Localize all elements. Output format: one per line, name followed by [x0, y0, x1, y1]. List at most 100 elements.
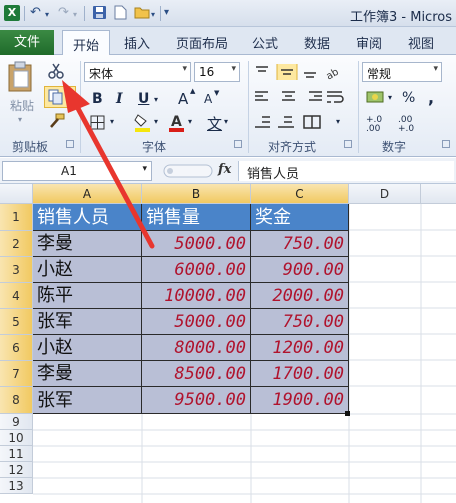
- column-header-a[interactable]: A: [33, 184, 142, 204]
- copy-icon[interactable]: [48, 89, 64, 105]
- table-cell-bonus[interactable]: 1900.00: [251, 387, 349, 414]
- tab-data[interactable]: 数据: [304, 33, 330, 52]
- customize-toolbar-icon[interactable]: ▾: [164, 7, 169, 18]
- wrap-text-icon[interactable]: [326, 90, 348, 104]
- row-header[interactable]: 9: [0, 414, 33, 430]
- decrease-indent-button[interactable]: [254, 113, 272, 131]
- row-header[interactable]: 6: [0, 335, 33, 361]
- row-header[interactable]: 8: [0, 387, 33, 414]
- row-header[interactable]: 1: [0, 204, 33, 231]
- row-header[interactable]: 13: [0, 478, 33, 494]
- font-size-select[interactable]: 16 ▾: [194, 62, 240, 82]
- currency-dropdown-icon[interactable]: ▾: [388, 93, 392, 102]
- font-color-dropdown-icon[interactable]: ▾: [188, 117, 192, 126]
- excel-app-icon[interactable]: X: [4, 5, 20, 21]
- cell-b1[interactable]: 销售量: [142, 204, 251, 231]
- table-cell-name[interactable]: 张军: [33, 387, 142, 414]
- align-right-button[interactable]: [306, 88, 322, 106]
- underline-button[interactable]: U: [138, 91, 149, 107]
- fill-color-icon[interactable]: [134, 113, 152, 133]
- row-header[interactable]: 3: [0, 257, 33, 283]
- align-middle-button[interactable]: [276, 62, 296, 80]
- select-all-corner[interactable]: [0, 184, 33, 204]
- table-cell-name[interactable]: 李曼: [33, 361, 142, 387]
- table-cell-sales[interactable]: 8000.00: [142, 335, 251, 361]
- redo-dropdown-icon[interactable]: ▾: [73, 10, 77, 19]
- row-header[interactable]: 4: [0, 283, 33, 309]
- row-header[interactable]: 2: [0, 231, 33, 257]
- currency-icon[interactable]: [366, 89, 386, 105]
- fill-color-dropdown-icon[interactable]: ▾: [154, 117, 158, 126]
- italic-button[interactable]: I: [116, 91, 123, 107]
- grow-font-button[interactable]: A: [178, 90, 188, 108]
- table-cell-bonus[interactable]: 750.00: [251, 309, 349, 335]
- column-header-e[interactable]: [421, 184, 456, 204]
- alignment-launcher-icon[interactable]: [344, 140, 352, 148]
- increase-decimal-button[interactable]: +.0 .00: [366, 116, 392, 134]
- chevron-down-icon[interactable]: ▾: [142, 164, 147, 174]
- name-box[interactable]: A1 ▾: [2, 161, 152, 181]
- number-launcher-icon[interactable]: [442, 140, 450, 148]
- bold-button[interactable]: B: [92, 91, 103, 107]
- save-icon[interactable]: [92, 5, 107, 20]
- table-cell-name[interactable]: 小赵: [33, 335, 142, 361]
- shrink-font-button[interactable]: A: [204, 92, 212, 106]
- column-header-c[interactable]: C: [251, 184, 349, 204]
- paste-icon[interactable]: [6, 61, 36, 93]
- row-header[interactable]: 12: [0, 462, 33, 478]
- font-color-icon[interactable]: A: [168, 113, 186, 133]
- phonetic-dropdown-icon[interactable]: ▾: [224, 117, 228, 126]
- increase-indent-button[interactable]: [276, 113, 294, 131]
- phonetic-guide-button[interactable]: 文: [207, 113, 222, 134]
- table-cell-sales[interactable]: 6000.00: [142, 257, 251, 283]
- table-cell-name[interactable]: 李曼: [33, 231, 142, 257]
- column-header-b[interactable]: B: [142, 184, 251, 204]
- tab-formulas[interactable]: 公式: [252, 33, 278, 52]
- cell-c1[interactable]: 奖金: [251, 204, 349, 231]
- insert-function-button[interactable]: fx: [218, 162, 231, 177]
- align-left-button[interactable]: [254, 88, 270, 106]
- percent-button[interactable]: %: [402, 90, 415, 106]
- tab-insert[interactable]: 插入: [124, 33, 150, 52]
- align-bottom-button[interactable]: [302, 62, 320, 80]
- table-cell-bonus[interactable]: 900.00: [251, 257, 349, 283]
- font-name-select[interactable]: 宋体 ▾: [84, 62, 191, 82]
- borders-dropdown-icon[interactable]: ▾: [110, 117, 114, 126]
- table-cell-name[interactable]: 小赵: [33, 257, 142, 283]
- paste-dropdown-icon[interactable]: ▾: [18, 115, 22, 124]
- copy-dropdown-icon[interactable]: ▾: [67, 91, 71, 100]
- row-header[interactable]: 11: [0, 446, 33, 462]
- new-document-icon[interactable]: [114, 5, 127, 20]
- tab-page-layout[interactable]: 页面布局: [176, 33, 228, 52]
- decrease-decimal-button[interactable]: .00 +.0: [398, 116, 424, 134]
- table-cell-name[interactable]: 张军: [33, 309, 142, 335]
- undo-icon[interactable]: ↶: [30, 5, 41, 20]
- open-folder-icon[interactable]: [134, 5, 151, 20]
- align-center-button[interactable]: [280, 88, 296, 106]
- row-header[interactable]: 10: [0, 430, 33, 446]
- table-cell-sales[interactable]: 5000.00: [142, 309, 251, 335]
- undo-dropdown-icon[interactable]: ▾: [45, 10, 49, 19]
- table-cell-sales[interactable]: 9500.00: [142, 387, 251, 414]
- clipboard-launcher-icon[interactable]: [66, 140, 74, 148]
- table-cell-bonus[interactable]: 750.00: [251, 231, 349, 257]
- open-dropdown-icon[interactable]: ▾: [151, 10, 155, 19]
- align-top-button[interactable]: [254, 62, 272, 80]
- cut-icon[interactable]: [48, 63, 64, 79]
- comma-button[interactable]: ,: [428, 88, 434, 107]
- tab-review[interactable]: 审阅: [356, 33, 382, 52]
- format-painter-icon[interactable]: [48, 113, 66, 129]
- formula-input[interactable]: 销售人员: [238, 161, 454, 182]
- font-launcher-icon[interactable]: [234, 140, 242, 148]
- row-header[interactable]: 7: [0, 361, 33, 387]
- redo-icon[interactable]: ↷: [58, 5, 69, 20]
- orientation-icon[interactable]: ab: [324, 64, 346, 80]
- number-format-select[interactable]: 常规 ▾: [362, 62, 442, 82]
- table-cell-bonus[interactable]: 2000.00: [251, 283, 349, 309]
- borders-icon[interactable]: [90, 115, 106, 131]
- table-cell-sales[interactable]: 5000.00: [142, 231, 251, 257]
- worksheet-grid[interactable]: A B C D 1 2 3 4 5 6 7 8 9 10 11 12 13 销售…: [0, 184, 456, 503]
- tab-view[interactable]: 视图: [408, 33, 434, 52]
- row-header[interactable]: 5: [0, 309, 33, 335]
- table-cell-name[interactable]: 陈平: [33, 283, 142, 309]
